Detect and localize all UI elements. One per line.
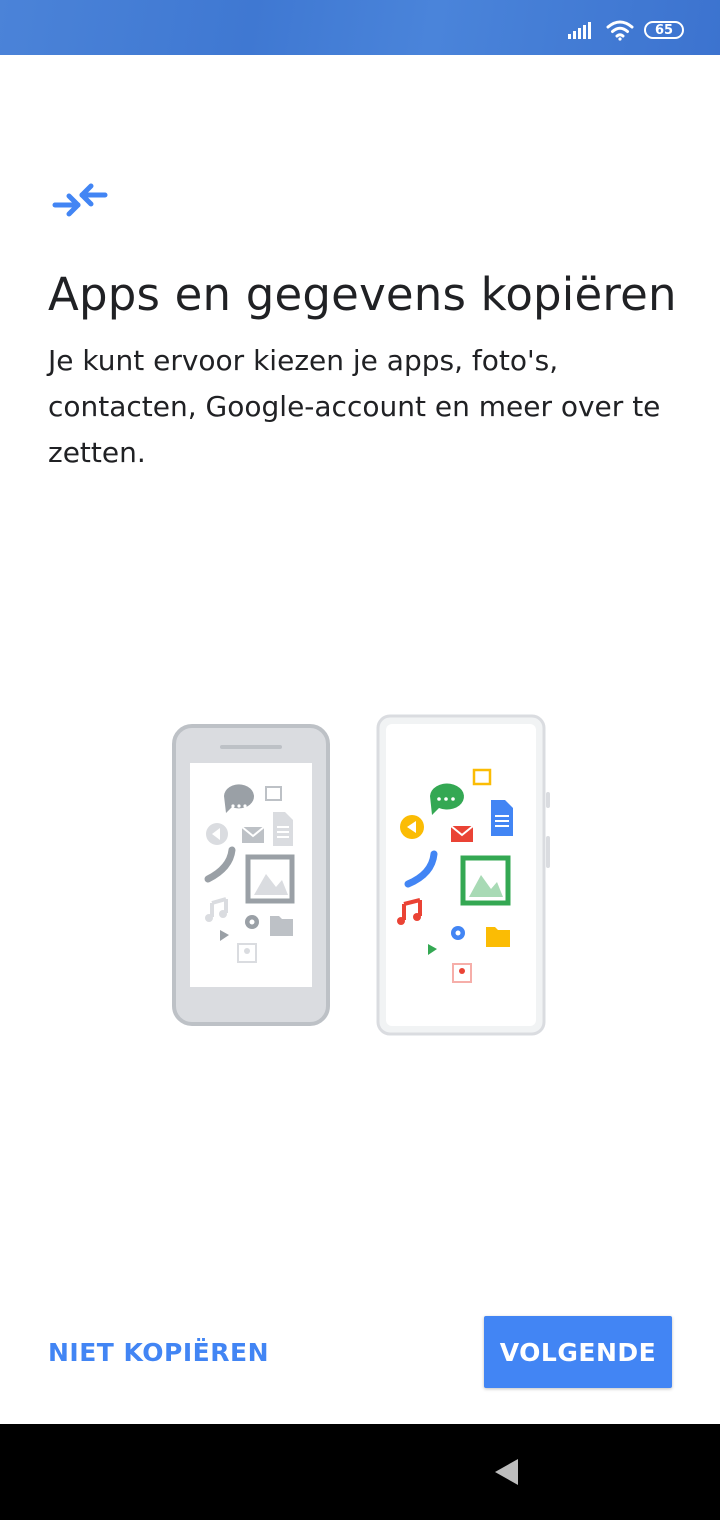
page-description: Je kunt ervoor kiezen je apps, foto's, c… xyxy=(48,344,661,469)
status-icons: 65 xyxy=(568,18,684,42)
page-title: Apps en gegevens kopiëren xyxy=(48,268,677,321)
old-phone-icon xyxy=(172,724,330,1026)
battery-icon: 65 xyxy=(644,21,684,39)
skip-copy-button[interactable]: NIET KOPIËREN xyxy=(48,1316,269,1388)
transfer-arrows-icon xyxy=(52,183,108,217)
wifi-icon xyxy=(606,20,634,41)
next-button[interactable]: VOLGENDE xyxy=(484,1316,672,1388)
signal-icon xyxy=(568,22,591,39)
new-phone-icon xyxy=(376,714,550,1036)
navigation-bar xyxy=(0,1424,720,1520)
phones-illustration xyxy=(172,714,550,1036)
status-bar: 65 xyxy=(0,0,720,55)
battery-level: 65 xyxy=(654,22,674,38)
back-icon[interactable] xyxy=(492,1456,522,1488)
